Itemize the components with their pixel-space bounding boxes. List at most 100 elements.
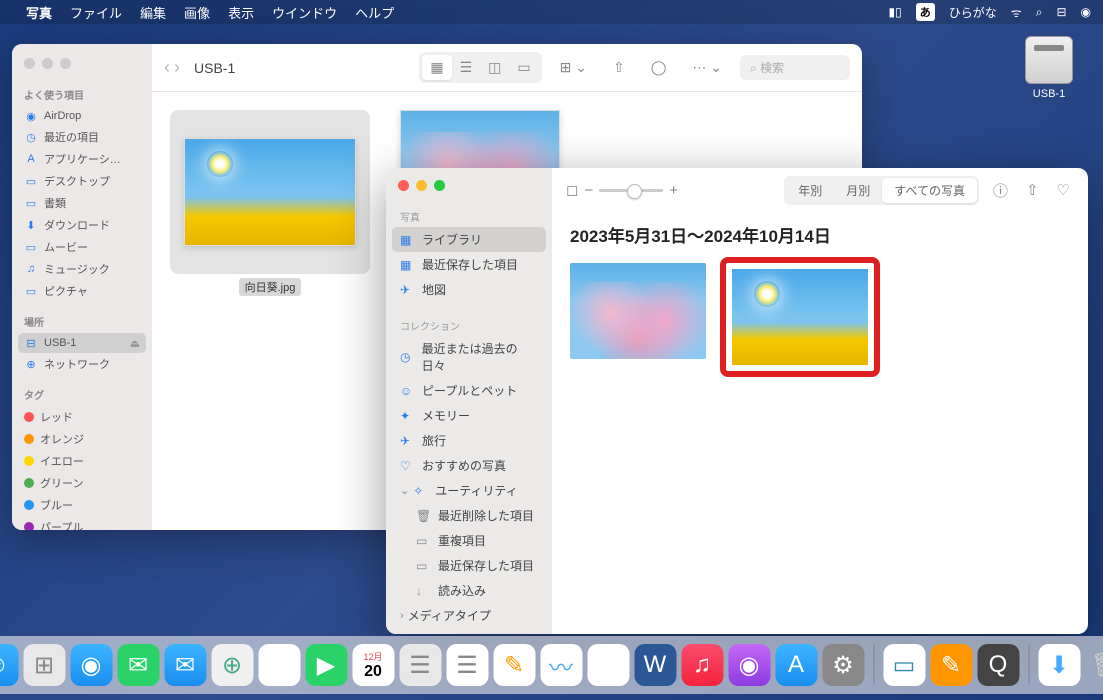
sidebar-tag-orange[interactable]: オレンジ <box>12 428 152 450</box>
segment-years[interactable]: 年別 <box>786 178 834 203</box>
control-center-icon[interactable]: ⊟ <box>1056 5 1066 19</box>
view-columns-button[interactable]: ◫ <box>480 55 509 80</box>
sidebar-item-airdrop[interactable]: ◉AirDrop <box>12 106 152 126</box>
spotlight-icon[interactable]: ⌕ <box>1036 5 1043 20</box>
dock-word[interactable]: W <box>634 644 676 686</box>
dock-downloads[interactable]: ⬇ <box>1038 644 1080 686</box>
finder-sidebar: よく使う項目 ◉AirDrop ◷最近の項目 Aアプリケーシ… ▭デスクトップ … <box>12 44 152 530</box>
photos-item-map[interactable]: ✈地図 <box>386 277 552 302</box>
dock-podcasts[interactable]: ◉ <box>728 644 770 686</box>
menu-app[interactable]: 写真 <box>26 3 52 22</box>
photos-item-library[interactable]: ▦ライブラリ <box>392 227 546 252</box>
dock-trash[interactable]: 🗑 <box>1085 644 1103 686</box>
photos-item-days[interactable]: ◷最近または過去の日々 <box>386 336 552 378</box>
dock-messages[interactable]: ✉ <box>117 644 159 686</box>
sidebar-tag-yellow[interactable]: イエロー <box>12 450 152 472</box>
dock-calendar[interactable]: 12月20 <box>352 644 394 686</box>
photos-item-memories[interactable]: ✦メモリー <box>386 403 552 428</box>
photos-item-mediatypes[interactable]: メディアタイプ <box>386 603 552 628</box>
search-input[interactable]: ⌕ 検索 <box>740 55 850 80</box>
share-button[interactable]: ⇧ <box>605 55 633 80</box>
dock-pages[interactable]: ✎ <box>930 644 972 686</box>
sidebar-item-downloads[interactable]: ⬇ダウンロード <box>12 214 152 236</box>
photos-traffic-lights[interactable] <box>386 168 552 203</box>
dock-finder[interactable]: ☺ <box>0 644 18 686</box>
sidebar-tag-blue[interactable]: ブルー <box>12 494 152 516</box>
view-gallery-button[interactable]: ▭ <box>509 55 538 80</box>
dock-safari[interactable]: ◉ <box>70 644 112 686</box>
dock-music[interactable]: ♫ <box>681 644 723 686</box>
menu-window[interactable]: ウインドウ <box>272 3 337 22</box>
photos-item-duplicates[interactable]: ▭重複項目 <box>386 528 552 553</box>
siri-icon[interactable]: ◉ <box>1081 5 1091 19</box>
sidebar-item-movies[interactable]: ▭ムービー <box>12 236 152 258</box>
dock-contacts[interactable]: ☰ <box>399 644 441 686</box>
dock-notes[interactable]: ✎ <box>493 644 535 686</box>
dock-appstore[interactable]: A <box>775 644 817 686</box>
dock-preview[interactable]: ▭ <box>883 644 925 686</box>
photos-item-trips[interactable]: ✈旅行 <box>386 428 552 453</box>
sidebar-item-recents[interactable]: ◷最近の項目 <box>12 126 152 148</box>
sidebar-item-documents[interactable]: ▭書類 <box>12 192 152 214</box>
finder-traffic-lights[interactable] <box>12 52 152 83</box>
menu-help[interactable]: ヘルプ <box>355 3 394 22</box>
info-button[interactable]: ⓘ <box>989 180 1012 201</box>
sidebar-item-network[interactable]: ⊕ネットワーク <box>12 353 152 375</box>
sidebar-item-pictures[interactable]: ▭ピクチャ <box>12 280 152 302</box>
sidebar-tag-purple[interactable]: パープル <box>12 516 152 530</box>
share-button[interactable]: ⇧ <box>1022 181 1043 199</box>
wifi-icon[interactable]: ᯤ <box>1011 4 1022 21</box>
group-by-button[interactable]: ⊞ ⌄ <box>552 55 595 80</box>
menu-image[interactable]: 画像 <box>184 3 210 22</box>
photos-item-albums[interactable]: アルバム <box>386 628 552 634</box>
memories-icon: ✦ <box>400 409 414 423</box>
ime-indicator[interactable]: あ <box>916 3 935 21</box>
menu-edit[interactable]: 編集 <box>140 3 166 22</box>
dock-freeform[interactable]: 〰 <box>540 644 582 686</box>
nav-forward-button[interactable]: › <box>174 57 180 78</box>
tags-button[interactable]: ◯ <box>643 55 675 80</box>
photos-item-import[interactable]: ↓読み込み <box>386 578 552 603</box>
zoom-slider[interactable]: ◻−+ <box>566 181 678 199</box>
photos-item-recent-saved-2[interactable]: ▭最近保存した項目 <box>386 553 552 578</box>
dock-quicktime[interactable]: Q <box>977 644 1019 686</box>
dock-photos[interactable]: ✿ <box>258 644 300 686</box>
photo-sakura[interactable] <box>570 263 706 359</box>
photo-sunflower-highlighted[interactable] <box>726 263 874 371</box>
sidebar-item-usb1[interactable]: ⊟USB-1⏏ <box>18 333 146 353</box>
menu-file[interactable]: ファイル <box>70 3 122 22</box>
file-sunflower[interactable]: 向日葵.jpg <box>170 110 370 296</box>
photos-item-people[interactable]: ☺ピープルとペット <box>386 378 552 403</box>
dock-facetime[interactable]: ▶ <box>305 644 347 686</box>
segment-months[interactable]: 月別 <box>834 178 882 203</box>
view-icons-button[interactable]: ▦ <box>422 55 451 80</box>
dock-settings[interactable]: ⚙ <box>822 644 864 686</box>
sidebar-item-desktop[interactable]: ▭デスクトップ <box>12 170 152 192</box>
dock-mail[interactable]: ✉ <box>164 644 206 686</box>
dock-launchpad[interactable]: ⊞ <box>23 644 65 686</box>
dock-chrome[interactable]: ◉ <box>587 644 629 686</box>
photos-item-featured[interactable]: ♡おすすめの写真 <box>386 453 552 478</box>
more-button[interactable]: ⋯ ⌄ <box>684 55 730 80</box>
segment-all[interactable]: すべての写真 <box>882 178 977 203</box>
menu-view[interactable]: 表示 <box>228 3 254 22</box>
sidebar-tag-green[interactable]: グリーン <box>12 472 152 494</box>
utility-icon: ✧ <box>413 484 427 498</box>
sidebar-item-applications[interactable]: Aアプリケーシ… <box>12 148 152 170</box>
ime-mode[interactable]: ひらがな <box>949 4 997 21</box>
nav-back-button[interactable]: ‹ <box>164 57 170 78</box>
dock-maps[interactable]: ⊕ <box>211 644 253 686</box>
battery-icon[interactable]: ▮▯ <box>889 5 902 19</box>
photos-item-utility[interactable]: ✧ユーティリティ <box>386 478 552 503</box>
sidebar-item-music[interactable]: ♫ミュージック <box>12 258 152 280</box>
photos-item-trash[interactable]: 🗑最近削除した項目 <box>386 503 552 528</box>
map-icon: ✈ <box>400 283 414 297</box>
sidebar-tag-red[interactable]: レッド <box>12 406 152 428</box>
desktop-usb-drive[interactable]: USB-1 <box>1019 36 1079 100</box>
music-icon: ♫ <box>24 262 38 276</box>
eject-icon[interactable]: ⏏ <box>130 337 140 350</box>
dock-reminders[interactable]: ☰ <box>446 644 488 686</box>
photos-item-recent-saved[interactable]: ▦最近保存した項目 <box>386 252 552 277</box>
favorite-button[interactable]: ♡ <box>1053 181 1074 199</box>
view-list-button[interactable]: ☰ <box>452 55 481 80</box>
